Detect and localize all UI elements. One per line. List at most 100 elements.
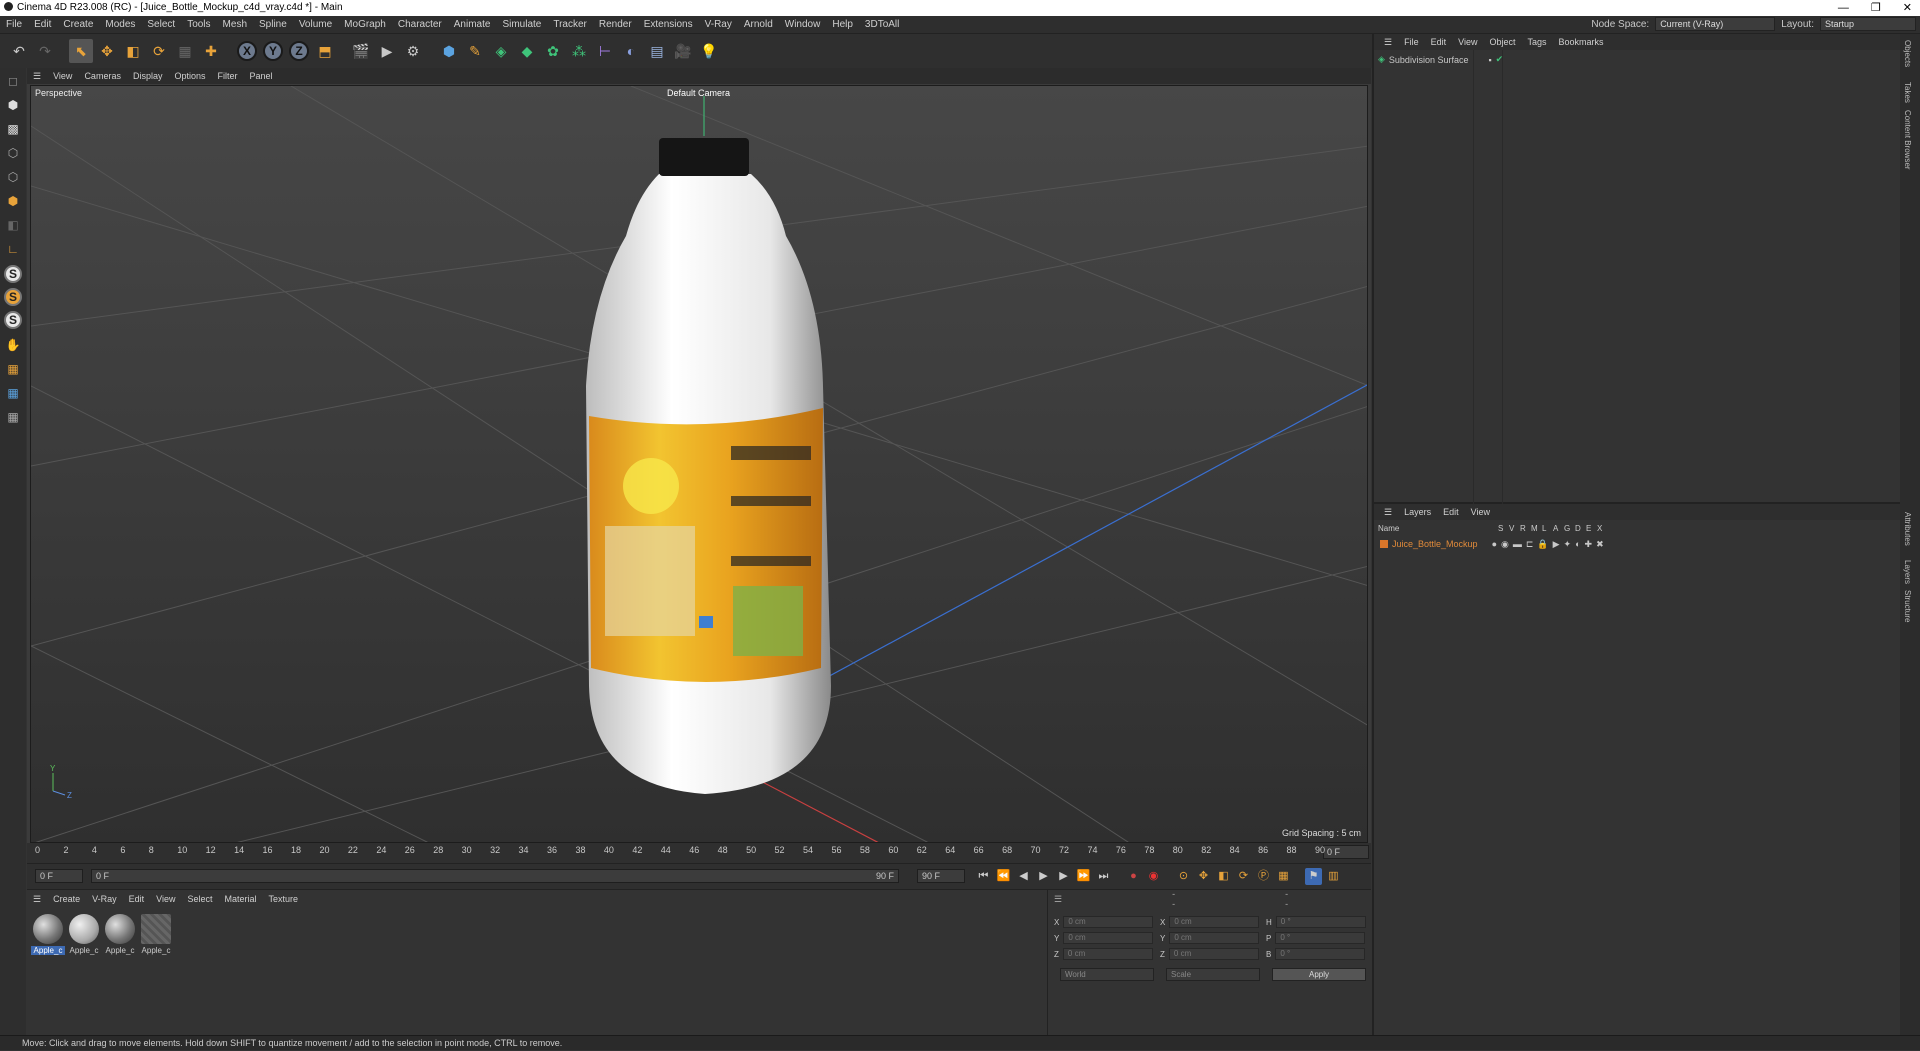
objects-menu-file[interactable]: File <box>1398 37 1425 47</box>
layers-menu-view[interactable]: View <box>1465 507 1496 517</box>
material-menu-edit[interactable]: Edit <box>123 894 151 904</box>
start-frame-field[interactable]: 0 F <box>35 869 83 883</box>
layer-expressions-icon[interactable]: ✚ <box>1585 539 1593 550</box>
layer-animation-icon[interactable]: ▶ <box>1553 539 1560 550</box>
menu-window[interactable]: Window <box>779 19 827 30</box>
material-menu-create[interactable]: Create <box>47 894 86 904</box>
subdivision-icon[interactable]: ◈ <box>489 39 513 63</box>
maximize-button[interactable]: ❐ <box>1871 0 1881 16</box>
layer-render-icon[interactable]: ▬ <box>1513 539 1522 549</box>
dope-sheet-icon[interactable]: ▥ <box>1325 868 1342 885</box>
size-mode-dropdown[interactable]: Scale <box>1166 968 1260 981</box>
size-y-field[interactable]: 0 cm <box>1169 932 1260 944</box>
rotate-tool-icon[interactable]: ⟳ <box>147 39 171 63</box>
go-to-start-icon[interactable]: ⏮ <box>975 868 992 885</box>
texture-mode-icon[interactable]: ▩ <box>2 118 24 140</box>
z-axis-icon[interactable]: Z <box>287 39 311 63</box>
lock-grid-icon[interactable]: ▦ <box>2 382 24 404</box>
floor-grid-icon[interactable]: ▦ <box>2 406 24 428</box>
juice-bottle-model[interactable] <box>586 138 831 794</box>
tab-objects[interactable]: Objects <box>1903 40 1912 67</box>
menu-mograph[interactable]: MoGraph <box>338 19 392 30</box>
layer-visible-icon[interactable]: ◉ <box>1501 539 1509 550</box>
create-tool-icon[interactable]: ✚ <box>199 39 223 63</box>
position-z-field[interactable]: 0 cm <box>1062 948 1153 960</box>
position-x-field[interactable]: 0 cm <box>1063 916 1154 928</box>
uv-mode-icon[interactable]: ◧ <box>2 214 24 236</box>
objects-menu-object[interactable]: Object <box>1483 37 1521 47</box>
rotation-h-field[interactable]: 0 ° <box>1275 916 1366 928</box>
material-swatch-4[interactable]: Apple_c <box>139 912 173 960</box>
coordinate-mode-dropdown[interactable]: World <box>1060 968 1154 981</box>
workplane-icon[interactable]: ∟ <box>2 238 24 260</box>
menu-v-ray[interactable]: V-Ray <box>699 19 738 30</box>
node-space-dropdown[interactable]: Current (V-Ray) <box>1655 17 1776 31</box>
preview-range-slider[interactable]: 0 F 90 F <box>91 869 899 883</box>
y-axis-icon[interactable]: Y <box>261 39 285 63</box>
menu-tracker[interactable]: Tracker <box>547 19 593 30</box>
close-button[interactable]: ✕ <box>1903 0 1912 16</box>
play-icon[interactable]: ▶ <box>1035 868 1052 885</box>
camera-label[interactable]: Default Camera <box>667 88 730 98</box>
object-row-subdivision-surface[interactable]: ◈ Subdivision Surface ▪ ✔ <box>1378 54 1503 65</box>
menu-simulate[interactable]: Simulate <box>496 19 547 30</box>
layer-deformers-icon[interactable]: ◐ <box>1575 539 1580 549</box>
menu-volume[interactable]: Volume <box>293 19 338 30</box>
render-settings-icon[interactable]: ⚙ <box>401 39 425 63</box>
scale-tool-icon[interactable]: ◧ <box>121 39 145 63</box>
viewport-hamburger-icon[interactable]: ☰ <box>27 71 47 82</box>
objects-menu-view[interactable]: View <box>1452 37 1483 47</box>
visibility-toggle-icon[interactable]: ▪ <box>1488 55 1491 65</box>
coords-hamburger-icon[interactable]: ☰ <box>1054 894 1062 905</box>
key-param-icon[interactable]: Ⓟ <box>1255 868 1272 885</box>
rotation-b-field[interactable]: 0 ° <box>1275 948 1366 960</box>
tab-attributes[interactable]: Attributes <box>1903 512 1912 546</box>
objects-hamburger-icon[interactable]: ☰ <box>1378 37 1398 48</box>
menu-file[interactable]: File <box>0 19 28 30</box>
material-menu-select[interactable]: Select <box>181 894 218 904</box>
menu-help[interactable]: Help <box>826 19 859 30</box>
viewport-menu-options[interactable]: Options <box>168 71 211 81</box>
camera-icon[interactable]: 🎥 <box>671 39 695 63</box>
layers-menu-edit[interactable]: Edit <box>1437 507 1465 517</box>
viewport-menu-panel[interactable]: Panel <box>244 71 279 81</box>
key-position-icon[interactable]: ✥ <box>1195 868 1212 885</box>
next-key-icon[interactable]: ⏩ <box>1075 868 1092 885</box>
layer-generators-icon[interactable]: ✦ <box>1564 539 1572 550</box>
menu-animate[interactable]: Animate <box>448 19 497 30</box>
model-mode-icon[interactable]: ◻ <box>2 70 24 92</box>
minimize-button[interactable]: — <box>1838 0 1849 16</box>
size-z-field[interactable]: 0 cm <box>1168 948 1259 960</box>
layer-manager-icon[interactable]: ⊏ <box>1526 539 1534 550</box>
go-to-end-icon[interactable]: ⏭ <box>1095 868 1112 885</box>
tab-takes[interactable]: Takes <box>1903 82 1912 103</box>
floor-icon[interactable]: ▤ <box>645 39 669 63</box>
material-swatch-3[interactable]: Apple_c <box>103 912 137 960</box>
undo-icon[interactable]: ↶ <box>7 39 31 63</box>
key-pla-icon[interactable]: ▦ <box>1275 868 1292 885</box>
previous-frame-icon[interactable]: ◀ <box>1015 868 1032 885</box>
record-icon[interactable]: ● <box>1125 868 1142 885</box>
material-hamburger-icon[interactable]: ☰ <box>27 894 47 905</box>
tab-layers[interactable]: Layers <box>1903 560 1912 584</box>
light-icon[interactable]: 💡 <box>697 39 721 63</box>
viewport-menu-view[interactable]: View <box>47 71 78 81</box>
autokey-icon[interactable]: ◉ <box>1145 868 1162 885</box>
layers-hamburger-icon[interactable]: ☰ <box>1378 507 1398 518</box>
objects-menu-edit[interactable]: Edit <box>1425 37 1453 47</box>
tab-structure[interactable]: Structure <box>1903 590 1912 622</box>
rotation-p-field[interactable]: 0 ° <box>1275 932 1366 944</box>
timeline-ruler[interactable]: 0 F 0 2 4 6 8 10 12 14 16 18 20 22 24 26 28 30 32 34 36 38 4… <box>27 843 1371 863</box>
menu-3dtoall[interactable]: 3DToAll <box>859 19 905 30</box>
field-icon[interactable]: ◐ <box>619 39 643 63</box>
snap-icon[interactable]: S <box>4 265 22 283</box>
previous-key-icon[interactable]: ⏪ <box>995 868 1012 885</box>
extrude-icon[interactable]: ◆ <box>515 39 539 63</box>
menu-arnold[interactable]: Arnold <box>738 19 779 30</box>
layers-menu-layers[interactable]: Layers <box>1398 507 1437 517</box>
redo-icon[interactable]: ↷ <box>33 39 57 63</box>
viewport-canvas[interactable]: Y Z Perspective Default Camera Grid Spac… <box>30 85 1368 843</box>
mograph-icon[interactable]: ⁂ <box>567 39 591 63</box>
timeline-icon[interactable]: ⚑ <box>1305 868 1322 885</box>
keyframe-selection-icon[interactable]: ⊙ <box>1175 868 1192 885</box>
